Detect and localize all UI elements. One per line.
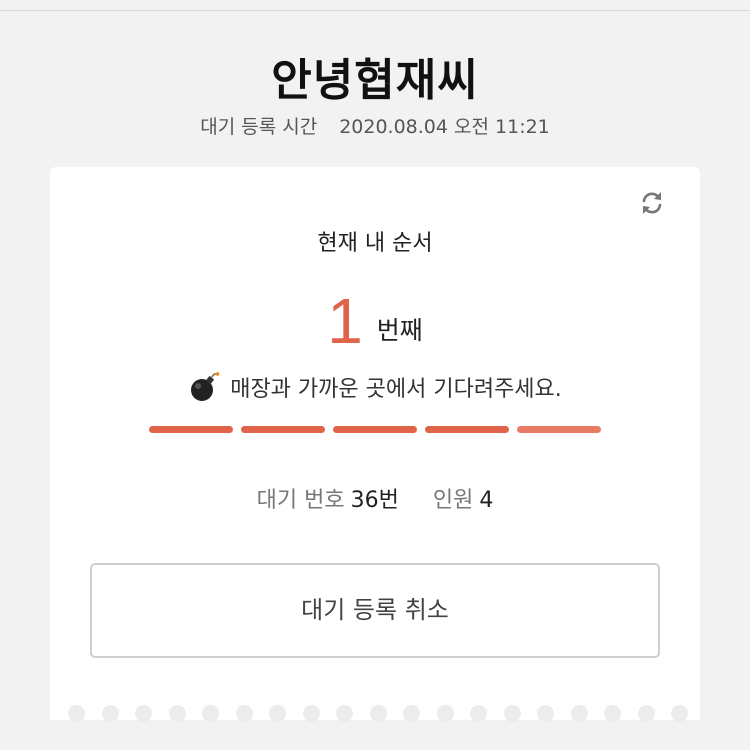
progress-bar	[149, 426, 601, 434]
waiting-number-value: 36번	[350, 488, 399, 513]
ticket-notch	[336, 705, 353, 722]
ticket-notch	[436, 705, 454, 722]
order-label: 현재 내 순서	[317, 231, 433, 256]
queue-position-unit: 번째	[376, 316, 423, 345]
refresh-icon	[642, 192, 662, 214]
ticket-edge	[68, 705, 688, 722]
top-divider	[0, 0, 750, 11]
refresh-button[interactable]	[638, 189, 666, 217]
registration-time-value: 2020.08.04 오전 11:21	[339, 116, 550, 138]
ticket-notch	[202, 705, 219, 722]
ticket-notch	[470, 705, 487, 722]
ticket-notch	[503, 705, 521, 722]
ticket-notch	[570, 705, 588, 722]
ticket-notch	[302, 705, 320, 722]
registration-time: 대기 등록 시간 2020.08.04 오전 11:21	[0, 112, 750, 139]
progress-segment	[241, 426, 325, 433]
ticket-notch	[671, 705, 688, 722]
ticket-notch	[537, 705, 554, 722]
ticket-notch	[101, 705, 119, 722]
ticket-notch	[403, 705, 420, 722]
queue-info: 대기 번호 36번 인원 4	[50, 482, 700, 514]
progress-segment	[425, 426, 509, 433]
ticket-notch	[604, 705, 621, 722]
wait-message-text: 매장과 가까운 곳에서 기다려주세요.	[230, 377, 562, 402]
wait-message: 매장과 가까운 곳에서 기다려주세요.	[50, 371, 700, 406]
progress-segment	[149, 426, 233, 433]
queue-position-number: 1	[327, 285, 363, 357]
ticket-notch	[235, 705, 253, 722]
page-title: 안녕협재씨	[271, 55, 479, 106]
bomb-icon	[191, 372, 220, 401]
registration-time-label: 대기 등록 시간	[200, 116, 318, 138]
ticket-notch	[637, 705, 655, 722]
queue-status-card: 현재 내 순서 1 번째 매장과 가까운 곳에서 기다려주세요. 대기 번호 36번…	[50, 167, 700, 722]
ticket-notch	[168, 705, 186, 722]
progress-segment	[333, 426, 417, 433]
queue-position: 1 번째	[50, 277, 700, 365]
progress-segment	[517, 426, 601, 433]
party-size-label: 인원	[432, 488, 474, 513]
ticket-notch	[269, 705, 286, 722]
ticket-notch	[369, 705, 387, 722]
party-size-value: 4	[479, 488, 494, 513]
ticket-notch	[68, 705, 85, 722]
waiting-number-label: 대기 번호	[256, 488, 345, 513]
cancel-registration-button[interactable]: 대기 등록 취소	[90, 563, 660, 658]
ticket-notch	[135, 705, 152, 722]
